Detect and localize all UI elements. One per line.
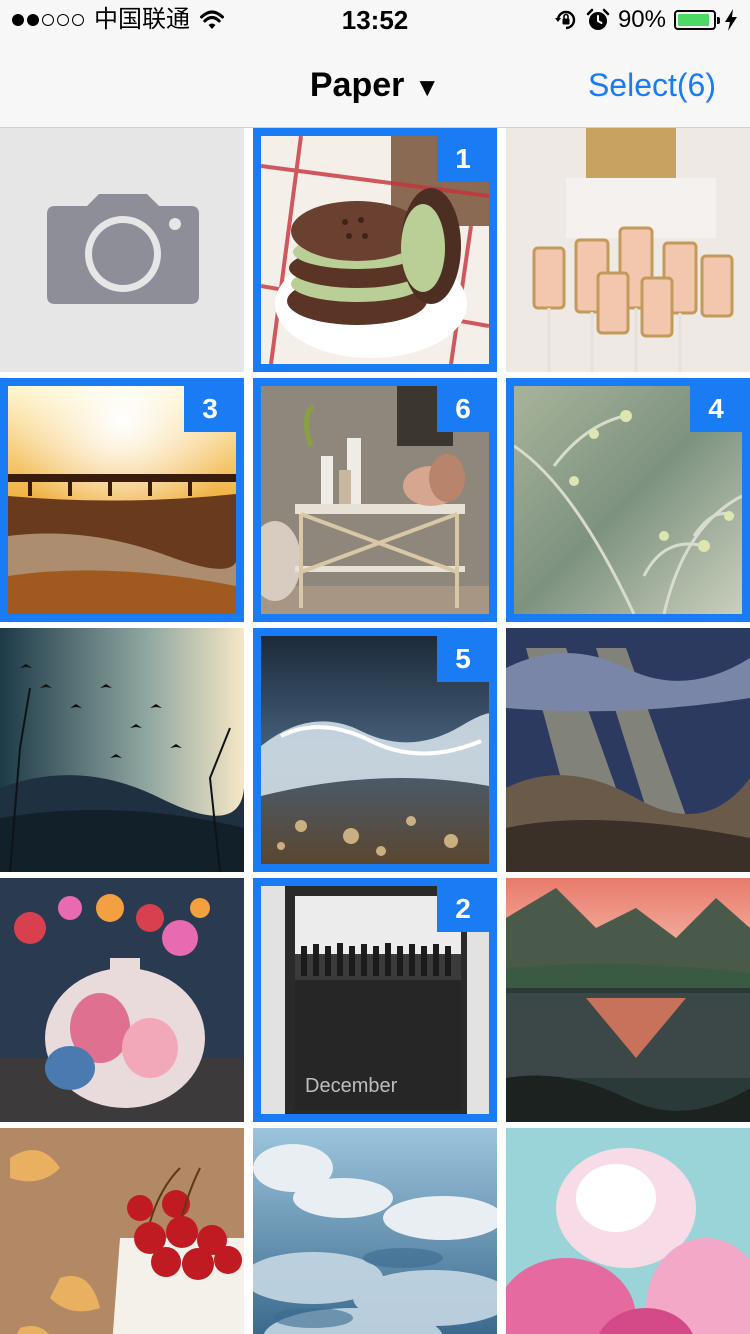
photo-thumbnail	[0, 1128, 244, 1334]
photo-cell-december-book[interactable]: December 2	[253, 878, 497, 1122]
book-cover-text: December	[305, 1075, 398, 1097]
navigation-bar: Paper ▼ Select(6)	[0, 40, 750, 128]
album-title: Paper	[309, 66, 405, 104]
photo-thumbnail	[0, 628, 244, 872]
photo-thumbnail	[253, 1128, 497, 1334]
rotation-lock-icon	[554, 10, 576, 30]
photo-cell-birds-sunrays[interactable]	[0, 628, 244, 872]
photo-cell-sea-of-clouds[interactable]	[253, 1128, 497, 1334]
photo-cell-sun-through-clouds[interactable]	[506, 628, 750, 872]
photo-cell-champagne-glasses[interactable]	[506, 128, 750, 372]
selection-order-badge: 2	[437, 886, 489, 932]
battery-percentage: 90%	[617, 6, 666, 33]
camera-capture-cell[interactable]	[0, 128, 244, 372]
photo-cell-floral-vase-art[interactable]	[0, 878, 244, 1122]
photo-cell-sunset-pier[interactable]: 3	[0, 378, 244, 622]
battery-level-fill	[678, 14, 709, 26]
photo-thumbnail	[506, 128, 750, 372]
photo-cell-mountain-lake[interactable]	[506, 878, 750, 1122]
battery-icon	[674, 10, 720, 30]
status-right: 90%	[554, 7, 738, 33]
photo-thumbnail	[506, 628, 750, 872]
alarm-icon	[586, 8, 610, 30]
status-bar: 中国联通 13:52 90%	[0, 0, 750, 40]
photo-cell-cherries[interactable]	[0, 1128, 244, 1334]
photo-cell-spring-branches[interactable]: 4	[506, 378, 750, 622]
selection-order-badge: 4	[690, 386, 742, 432]
photo-cell-peonies[interactable]	[506, 1128, 750, 1334]
photo-thumbnail	[506, 878, 750, 1122]
photo-thumbnail	[0, 878, 244, 1122]
select-button[interactable]: Select(6)	[588, 66, 716, 104]
selection-order-badge: 3	[184, 386, 236, 432]
camera-icon	[47, 194, 199, 304]
photo-grid: 1 3 6 4 5 December 2	[0, 128, 750, 1334]
photo-cell-ice-cream-sandwich[interactable]: 1	[253, 128, 497, 372]
photo-cell-water-splash[interactable]: 5	[253, 628, 497, 872]
photo-thumbnail	[506, 1128, 750, 1334]
dropdown-arrow-icon: ▼	[414, 72, 441, 102]
selection-order-badge: 6	[437, 386, 489, 432]
photo-cell-console-table[interactable]: 6	[253, 378, 497, 622]
selection-order-badge: 5	[437, 636, 489, 682]
charging-bolt-icon	[725, 9, 737, 31]
selection-order-badge: 1	[437, 136, 489, 182]
